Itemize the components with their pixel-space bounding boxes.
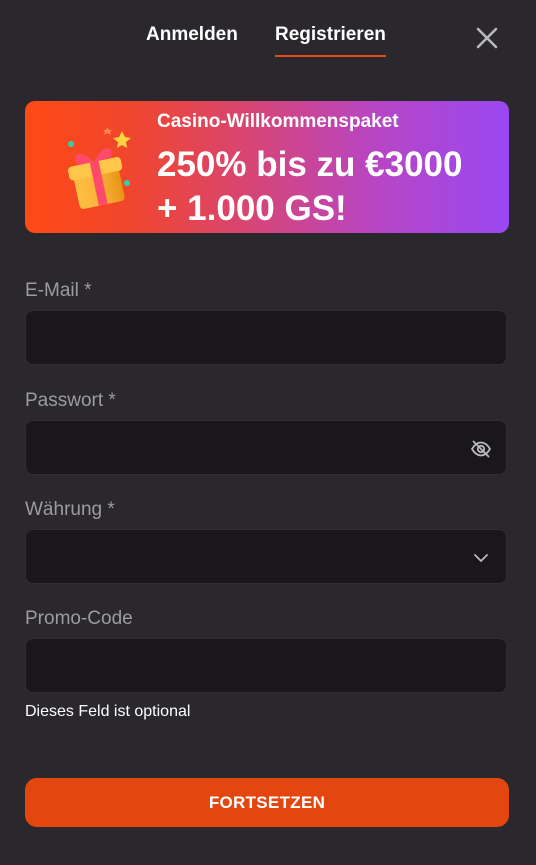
email-field[interactable] — [26, 311, 506, 364]
close-button[interactable] — [473, 24, 501, 52]
password-field-wrapper — [25, 420, 507, 475]
currency-dropdown-toggle[interactable] — [470, 547, 492, 569]
promo-code-label: Promo-Code — [25, 608, 133, 629]
currency-select[interactable] — [25, 529, 507, 584]
password-field[interactable] — [26, 421, 506, 474]
toggle-password-visibility-button[interactable] — [470, 438, 492, 460]
promo-code-field[interactable] — [26, 639, 506, 692]
email-field-wrapper — [25, 310, 507, 365]
currency-label: Währung * — [25, 499, 115, 520]
welcome-bonus-banner: Casino-Willkommenspaket 250% bis zu €300… — [25, 101, 509, 233]
close-icon — [476, 27, 498, 49]
chevron-down-icon — [474, 554, 488, 562]
banner-headline-line2: + 1.000 GS! — [157, 189, 347, 228]
eye-off-icon — [470, 440, 492, 458]
email-label: E-Mail * — [25, 280, 92, 301]
tab-register[interactable]: Registrieren — [275, 24, 386, 57]
banner-subtitle: Casino-Willkommenspaket — [157, 111, 399, 132]
gift-icon — [68, 127, 131, 209]
continue-button[interactable]: FORTSETZEN — [25, 778, 509, 827]
promo-code-wrapper — [25, 638, 507, 693]
banner-headline-line1: 250% bis zu €3000 — [157, 145, 463, 184]
password-label: Passwort * — [25, 390, 116, 411]
promo-code-hint: Dieses Feld ist optional — [25, 703, 191, 720]
auth-tabs: Anmelden Registrieren — [0, 0, 536, 70]
banner-headline: 250% bis zu €3000 + 1.000 GS! — [157, 143, 462, 231]
tab-login[interactable]: Anmelden — [146, 24, 238, 46]
